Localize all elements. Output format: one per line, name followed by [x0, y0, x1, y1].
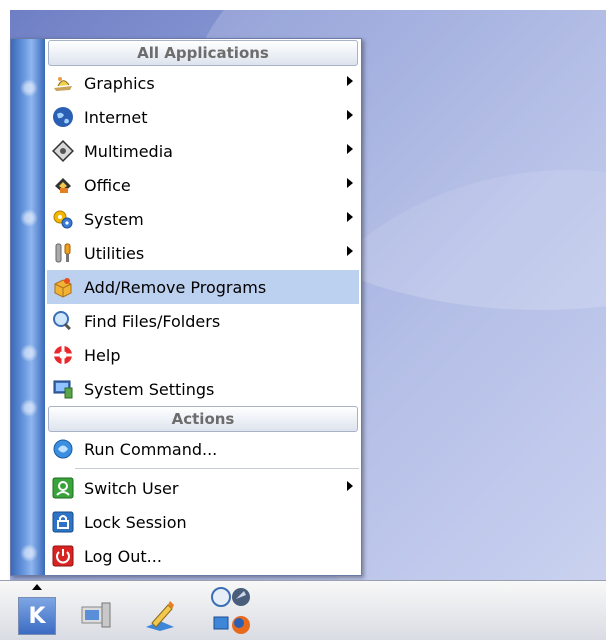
- sidebar-gear-decoration: [20, 79, 38, 97]
- menu-item-label: System: [84, 209, 144, 229]
- menu-item-multimedia[interactable]: Multimedia: [47, 134, 359, 168]
- menu-sidebar: [11, 39, 45, 575]
- help-lifebuoy-icon: [52, 344, 74, 366]
- menu-item-label: Switch User: [84, 478, 179, 498]
- kmenu-label: K: [28, 603, 46, 629]
- menu-item-system-settings[interactable]: System Settings: [47, 372, 359, 406]
- quick-launch-group: [210, 585, 254, 637]
- up-arrow-icon: [32, 584, 42, 590]
- system-settings-icon: [52, 378, 74, 400]
- menu-item-label: Utilities: [84, 243, 145, 263]
- menu-item-system[interactable]: System: [47, 202, 359, 236]
- submenu-arrow-icon: [347, 76, 353, 86]
- utilities-icon: [52, 242, 74, 264]
- menu-item-log-out[interactable]: Log Out...: [47, 539, 359, 573]
- menu-item-label: Run Command...: [84, 439, 218, 459]
- menu-item-utilities[interactable]: Utilities: [47, 236, 359, 270]
- kwrite-icon[interactable]: [142, 597, 178, 633]
- menu-item-office[interactable]: Office: [47, 168, 359, 202]
- menu-item-label: Find Files/Folders: [84, 311, 221, 331]
- menu-item-internet[interactable]: Internet: [47, 100, 359, 134]
- submenu-arrow-icon: [347, 212, 353, 222]
- menu-item-label: Graphics: [84, 73, 155, 93]
- system-gears-icon: [52, 208, 74, 230]
- menu-item-label: Log Out...: [84, 546, 162, 566]
- menu-item-label: Office: [84, 175, 131, 195]
- run-command-icon: [52, 438, 74, 460]
- lock-icon: [52, 511, 74, 533]
- menu-item-label: System Settings: [84, 379, 215, 399]
- menu-item-label: Internet: [84, 107, 148, 127]
- menu-item-switch-user[interactable]: Switch User: [47, 471, 359, 505]
- logout-icon: [52, 545, 74, 567]
- menu-item-label: Help: [84, 345, 121, 365]
- menu-item-help[interactable]: Help: [47, 338, 359, 372]
- office-icon: [52, 174, 74, 196]
- submenu-arrow-icon: [347, 178, 353, 188]
- menu-item-graphics[interactable]: Graphics: [47, 66, 359, 100]
- menu-item-label: Lock Session: [84, 512, 187, 532]
- internet-globe-icon: [52, 106, 74, 128]
- menu-item-run-command[interactable]: Run Command...: [47, 432, 359, 466]
- submenu-arrow-icon: [347, 481, 353, 491]
- find-icon: [52, 310, 74, 332]
- menu-item-find-files[interactable]: Find Files/Folders: [47, 304, 359, 338]
- separator: [75, 468, 359, 469]
- multimedia-icon: [52, 140, 74, 162]
- graphics-icon: [52, 72, 74, 94]
- submenu-arrow-icon: [347, 110, 353, 120]
- kmenu-button[interactable]: K: [18, 597, 56, 635]
- sidebar-gear-decoration: [20, 344, 38, 362]
- actions-header: Actions: [48, 406, 358, 432]
- switch-user-icon: [52, 477, 74, 499]
- sidebar-gear-decoration: [20, 209, 38, 227]
- taskbar: K: [0, 580, 606, 640]
- submenu-arrow-icon: [347, 246, 353, 256]
- package-icon: [52, 276, 74, 298]
- sidebar-gear-decoration: [20, 399, 38, 417]
- all-applications-header: All Applications: [48, 40, 358, 66]
- menu-item-label: Add/Remove Programs: [84, 277, 267, 297]
- kde-start-menu: All Applications Graphics Internet Multi…: [10, 38, 362, 576]
- menu-item-label: Multimedia: [84, 141, 173, 161]
- submenu-arrow-icon: [347, 144, 353, 154]
- menu-items: All Applications Graphics Internet Multi…: [47, 40, 359, 573]
- menu-item-lock-session[interactable]: Lock Session: [47, 505, 359, 539]
- menu-item-add-remove-programs[interactable]: Add/Remove Programs: [47, 270, 359, 304]
- sidebar-gear-decoration: [20, 544, 38, 562]
- computer-icon[interactable]: [78, 597, 114, 633]
